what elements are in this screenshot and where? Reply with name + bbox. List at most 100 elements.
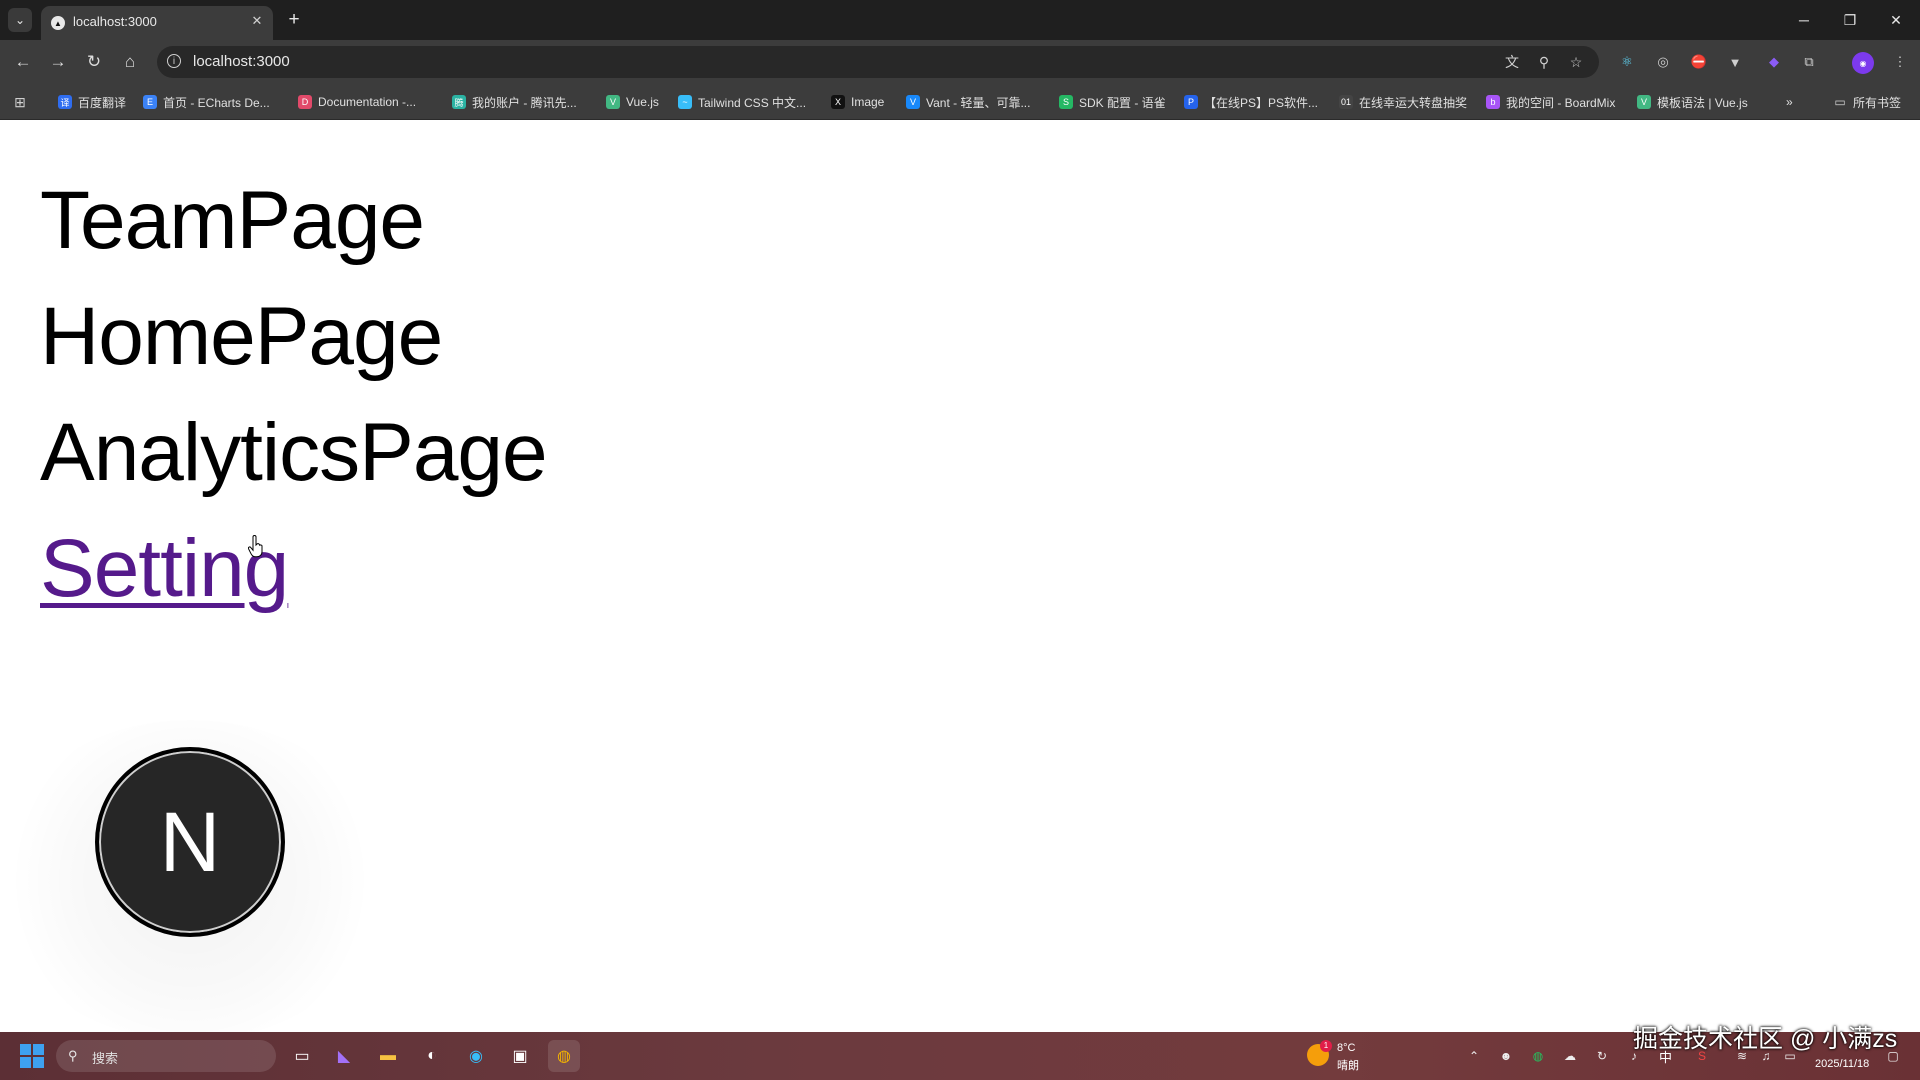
bookmark-label: 百度翻译 [78, 95, 127, 110]
close-tab-icon[interactable]: ✕ [247, 11, 267, 31]
weather-temperature[interactable]: 8°C [1337, 1042, 1355, 1054]
bookmark-item[interactable]: 腾我的账户 - 腾讯先... [452, 93, 577, 111]
extension-purple-icon[interactable]: ◆ [1764, 52, 1784, 72]
site-info-icon[interactable]: i [167, 54, 181, 68]
bookmark-item[interactable]: P 【在线PS】PS软件... [1184, 93, 1318, 111]
bookmarks-overflow-icon[interactable]: » [1786, 93, 1793, 111]
apps-grid-icon[interactable]: ⊞ [12, 94, 28, 110]
link-home-page[interactable]: HomePage [40, 296, 443, 378]
terminal-app-icon[interactable]: ▣ [504, 1040, 536, 1072]
bookmarks-bar: ⊞ 译百度翻译 E 首页 - ECharts De... D Documentation… [0, 84, 1920, 120]
bookmark-label: SDK 配置 - 语雀 [1079, 95, 1166, 110]
bookmark-item[interactable]: b 我的空间 - BoardMix [1486, 93, 1615, 111]
link-analytics-page[interactable]: AnalyticsPage [40, 412, 548, 494]
cloud-tray-icon[interactable]: ☁ [1561, 1047, 1579, 1065]
bookmark-label: 在线幸运大转盘抽奖 [1359, 95, 1468, 110]
extensions-puzzle-icon[interactable]: ⧉ [1799, 52, 1819, 72]
app-icon[interactable]: ◐ [416, 1040, 448, 1072]
nextjs-logo-letter: N [159, 795, 221, 889]
restore-button[interactable]: ❐ [1828, 4, 1872, 36]
search-icon: ⚲ [68, 1048, 78, 1063]
bookmark-label: 首页 - ECharts De... [163, 95, 270, 110]
qq-tray-icon[interactable]: ☻ [1497, 1047, 1515, 1065]
bookmark-label: Vant - 轻量、可靠... [926, 95, 1031, 110]
reload-button[interactable]: ↻ [81, 50, 107, 74]
taskbar-date[interactable]: 2025/11/18 [1815, 1058, 1869, 1070]
bookmark-item[interactable]: E 首页 - ECharts De... [143, 93, 270, 111]
nextjs-logo[interactable]: N [95, 747, 285, 937]
windows-start-icon[interactable] [20, 1044, 44, 1068]
bookmark-favicon-icon: X [831, 95, 845, 109]
forward-button[interactable]: → [45, 50, 71, 74]
bookmark-item[interactable]: V Vue.js [606, 93, 659, 111]
file-explorer-icon[interactable]: ▬ [372, 1040, 404, 1072]
bookmark-favicon-icon: V [1637, 95, 1651, 109]
chrome-browser-icon[interactable]: ◍ [548, 1040, 580, 1072]
bookmark-label: Documentation -... [318, 95, 417, 109]
tab-title: localhost:3000 [73, 14, 157, 29]
address-bar[interactable]: i localhost:3000 文 ⚲ ☆ [157, 46, 1599, 78]
bookmark-item[interactable]: 译百度翻译 [58, 93, 126, 111]
close-window-button[interactable]: ✕ [1874, 4, 1918, 36]
taskbar-search-placeholder: 搜索 [92, 1051, 119, 1066]
bookmark-label: 我的账户 - 腾讯先... [472, 95, 577, 110]
bookmark-label: Tailwind CSS 中文... [698, 95, 807, 110]
weather-description[interactable]: 晴朗 [1337, 1057, 1359, 1073]
minimize-button[interactable]: ─ [1782, 4, 1826, 36]
all-bookmarks-label: 所有书签 [1853, 95, 1902, 110]
link-team-page[interactable]: TeamPage [40, 180, 425, 262]
bookmark-favicon-icon: S [1059, 95, 1073, 109]
bookmark-item[interactable]: S SDK 配置 - 语雀 [1059, 93, 1166, 111]
bookmark-favicon-icon: b [1486, 95, 1500, 109]
tab-strip: ⌄ ▲ localhost:3000 ✕ + ─ ❐ ✕ [0, 0, 1920, 40]
hand-pointer-cursor-icon [248, 535, 263, 558]
folder-icon: ▭ [1834, 95, 1846, 109]
bookmark-label: 模板语法 | Vue.js [1657, 95, 1748, 110]
bookmark-label: Image [851, 95, 885, 109]
active-tab[interactable]: ▲ localhost:3000 ✕ [41, 6, 273, 40]
bookmark-favicon-icon: E [143, 95, 157, 109]
edge-browser-icon[interactable]: ◉ [460, 1040, 492, 1072]
profile-avatar[interactable]: ◉ [1852, 52, 1874, 74]
new-tab-button[interactable]: + [283, 9, 305, 31]
bookmark-favicon-icon: V [906, 95, 920, 109]
chevron-down-icon: ⌄ [14, 13, 26, 27]
sync-tray-icon[interactable]: ↻ [1593, 1047, 1611, 1065]
bookmark-star-icon[interactable]: ☆ [1567, 53, 1585, 71]
bookmark-favicon-icon: D [298, 95, 312, 109]
back-button[interactable]: ← [10, 50, 36, 74]
wechat-tray-icon[interactable]: ◍ [1529, 1047, 1547, 1065]
bookmark-item[interactable]: ~ Tailwind CSS 中文... [678, 93, 806, 111]
bookmark-item[interactable]: X Image [831, 93, 884, 111]
bookmark-item[interactable]: V Vant - 轻量、可靠... [906, 93, 1030, 111]
bookmark-favicon-icon: 腾 [452, 95, 466, 109]
windows-taskbar: ⚲ 搜索 ▭ ◣ ▬ ◐ ◉ ▣ ◍ 1 8°C 晴朗 ⌃ ☻ ◍ ☁ ↻ ♪ … [0, 1032, 1920, 1080]
translate-icon[interactable]: 文 [1503, 53, 1521, 71]
bookmark-label: 我的空间 - BoardMix [1506, 95, 1616, 110]
bookmark-favicon-icon: P [1184, 95, 1198, 109]
tray-overflow-icon[interactable]: ⌃ [1465, 1047, 1483, 1065]
react-devtools-icon[interactable]: ⚛ [1617, 52, 1637, 72]
address-url[interactable]: localhost:3000 [193, 53, 290, 70]
bookmark-favicon-icon: 译 [58, 95, 72, 109]
bookmark-item[interactable]: D Documentation -... [298, 93, 416, 111]
bookmark-favicon-icon: V [606, 95, 620, 109]
task-view-icon[interactable]: ▭ [286, 1040, 318, 1072]
bookmark-item[interactable]: 01 在线幸运大转盘抽奖 [1339, 93, 1467, 111]
extension-red-icon[interactable]: ⛔ [1689, 52, 1709, 72]
menu-kebab-icon[interactable]: ⋮ [1890, 52, 1910, 72]
extension-circle-icon[interactable]: ◎ [1653, 52, 1673, 72]
zoom-icon[interactable]: ⚲ [1535, 53, 1553, 71]
bookmark-label: Vue.js [626, 95, 659, 109]
all-bookmarks-folder[interactable]: ▭ 所有书签 [1833, 93, 1901, 111]
home-button[interactable]: ⌂ [117, 50, 143, 74]
vue-devtools-icon[interactable]: ▼ [1725, 52, 1745, 72]
watermark: 掘金技术社区 @ 小满zs [1633, 1025, 1898, 1053]
bookmark-favicon-icon: ~ [678, 95, 692, 109]
visual-studio-icon[interactable]: ◣ [328, 1040, 360, 1072]
taskbar-search[interactable]: ⚲ 搜索 [56, 1040, 276, 1072]
bookmark-favicon-icon: 01 [1339, 95, 1353, 109]
bookmark-item[interactable]: V 模板语法 | Vue.js [1637, 93, 1748, 111]
tab-search-button[interactable]: ⌄ [8, 8, 32, 32]
bookmark-label: 【在线PS】PS软件... [1204, 95, 1319, 110]
